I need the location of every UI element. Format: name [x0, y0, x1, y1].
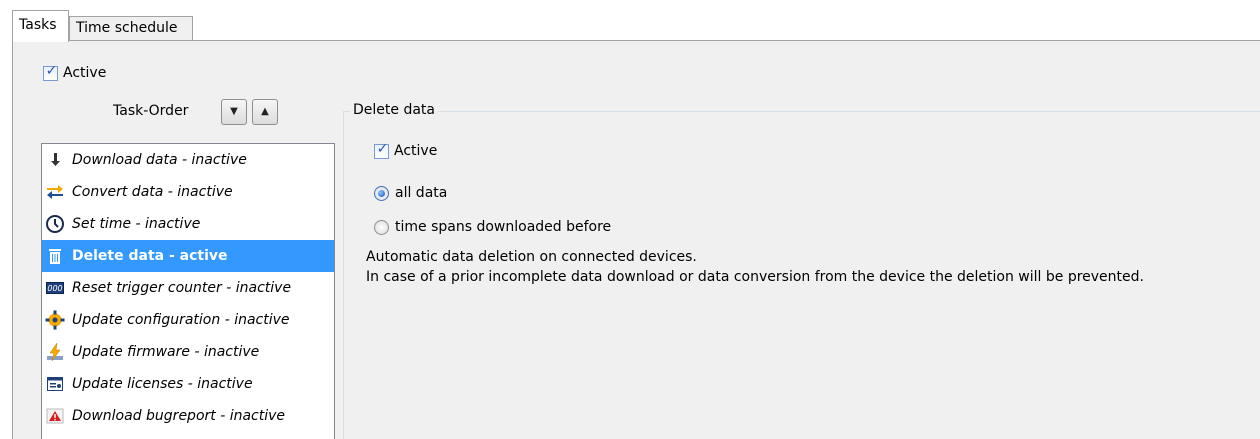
- radio-all-data[interactable]: [374, 185, 389, 201]
- tab-time-schedule[interactable]: Time schedule: [69, 16, 193, 40]
- task-item-label: Convert data - inactive: [72, 184, 233, 200]
- task-item-download-data[interactable]: Download data - inactive: [42, 144, 334, 176]
- triangle-down-icon: ▼: [230, 106, 238, 117]
- task-item-reset-trigger-counter[interactable]: 000 Reset trigger counter - inactive: [42, 272, 334, 304]
- tab-strip: Tasks Time schedule: [12, 10, 1260, 42]
- radio-time-spans-row[interactable]: time spans downloaded before: [374, 219, 611, 235]
- counter-icon: 000: [45, 278, 65, 298]
- description-line-2: In case of a prior incomplete data downl…: [366, 269, 1144, 285]
- convert-arrows-icon: [45, 182, 65, 202]
- move-down-button[interactable]: ▼: [221, 99, 247, 125]
- radio-time-spans-label: time spans downloaded before: [395, 219, 612, 235]
- tab-tasks[interactable]: Tasks: [12, 10, 69, 42]
- active-checkbox-label: Active: [63, 65, 107, 81]
- delete-active-checkbox-row[interactable]: ✓ Active: [374, 141, 438, 159]
- delete-active-label: Active: [394, 143, 438, 159]
- task-item-label: Set time - inactive: [72, 216, 201, 232]
- trash-icon: [45, 246, 65, 266]
- clock-icon: [45, 214, 65, 234]
- task-item-label: Download data - inactive: [72, 152, 247, 168]
- task-item-label: Update configuration - inactive: [72, 312, 290, 328]
- task-list[interactable]: Download data - inactive Convert data - …: [41, 143, 335, 439]
- task-item-update-configuration[interactable]: Update configuration - inactive: [42, 304, 334, 336]
- task-item-update-firmware[interactable]: Update firmware - inactive: [42, 336, 334, 368]
- task-item-delete-data[interactable]: Delete data - active: [42, 240, 334, 272]
- active-checkbox[interactable]: ✓: [43, 63, 58, 81]
- gear-icon: [45, 310, 65, 330]
- task-item-label: Update licenses - inactive: [72, 376, 253, 392]
- task-item-convert-data[interactable]: Convert data - inactive: [42, 176, 334, 208]
- move-up-button[interactable]: ▲: [252, 99, 278, 125]
- task-item-label: Download bugreport - inactive: [72, 408, 286, 424]
- delete-data-groupbox: Delete data ✓ Active all data time spans …: [343, 102, 1260, 439]
- group-title: Delete data: [350, 102, 438, 118]
- description-line-1: Automatic data deletion on connected dev…: [366, 249, 697, 265]
- task-item-label: Delete data - active: [72, 248, 228, 264]
- delete-active-checkbox[interactable]: ✓: [374, 141, 389, 159]
- license-icon: [45, 374, 65, 394]
- tasks-pane: ✓ Active Task-Order ▼ ▲ Download data - i…: [12, 40, 1260, 439]
- download-icon: [45, 150, 65, 170]
- task-item-set-time[interactable]: Set time - inactive: [42, 208, 334, 240]
- bugreport-icon: [45, 406, 65, 426]
- task-item-label: Update firmware - inactive: [72, 344, 260, 360]
- radio-all-data-row[interactable]: all data: [374, 185, 447, 201]
- active-checkbox-row[interactable]: ✓ Active: [43, 63, 107, 81]
- task-item-download-bugreport[interactable]: Download bugreport - inactive: [42, 400, 334, 432]
- task-item-label: Reset trigger counter - inactive: [72, 280, 292, 296]
- tab-tasks-label: Tasks: [19, 17, 57, 33]
- lightning-icon: [45, 342, 65, 362]
- description-text: Automatic data deletion on connected dev…: [366, 247, 1144, 287]
- tab-time-schedule-label: Time schedule: [76, 20, 178, 36]
- radio-time-spans[interactable]: [374, 219, 389, 235]
- radio-all-data-label: all data: [395, 185, 448, 201]
- triangle-up-icon: ▲: [261, 106, 269, 117]
- task-item-update-licenses[interactable]: Update licenses - inactive: [42, 368, 334, 400]
- svg-text:000: 000: [47, 284, 62, 293]
- task-order-label: Task-Order: [113, 103, 189, 119]
